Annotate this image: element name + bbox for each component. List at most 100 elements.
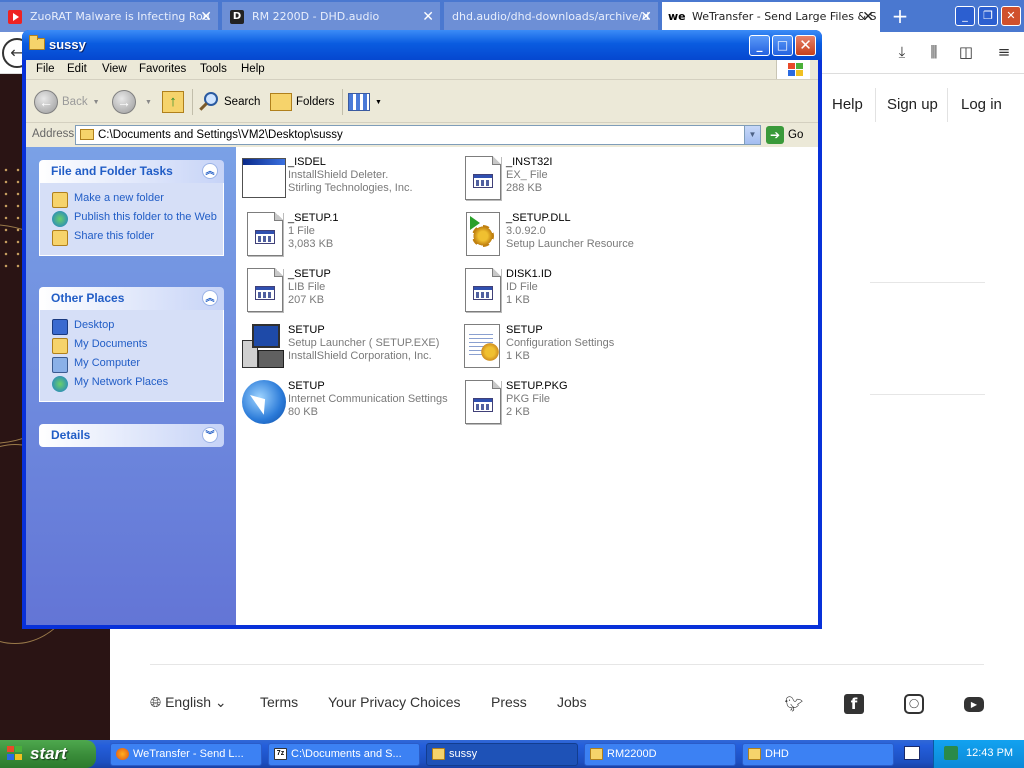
footer-link-privacy[interactable]: Your Privacy Choices (328, 694, 461, 710)
file-item-setup-ini[interactable]: SETUP Configuration Settings 1 KB (454, 322, 674, 374)
taskbar-item-dhd[interactable]: DHD (742, 743, 894, 766)
expand-chevron-icon[interactable]: ︾ (202, 427, 218, 443)
youtube-favicon-icon (8, 10, 22, 24)
back-button[interactable]: ← Back ▼ (34, 88, 100, 116)
panel-header[interactable]: Details ︾ (39, 424, 224, 447)
keyboard-icon[interactable] (904, 746, 920, 760)
twitter-icon[interactable]: 🐦︎ (784, 694, 804, 714)
share-folder-link[interactable]: Share this folder (52, 230, 223, 246)
collapse-chevron-icon[interactable]: ︽ (202, 163, 218, 179)
chevron-down-icon[interactable]: ▼ (145, 99, 152, 106)
new-tab-button[interactable]: + (886, 2, 914, 30)
file-item-inst32i[interactable]: _INST32I EX_ File 288 KB (454, 154, 674, 206)
start-button[interactable]: start (0, 740, 96, 768)
browser-close-button[interactable]: ✕ (1001, 6, 1021, 26)
minimize-button[interactable]: _ (749, 35, 770, 56)
language-selector[interactable]: 🌐︎ English ⌄ (150, 694, 227, 711)
menu-edit[interactable]: Edit (67, 63, 87, 75)
go-button[interactable]: ➔ Go (766, 126, 803, 144)
file-list: _ISDEL InstallShield Deleter. Stirling T… (236, 147, 818, 625)
menu-view[interactable]: View (102, 63, 127, 75)
chevron-down-icon[interactable]: ▼ (93, 99, 100, 106)
menu-icon[interactable]: ≡ (994, 43, 1014, 63)
file-name: SETUP (288, 324, 325, 336)
file-type: ID File (506, 281, 538, 293)
search-button[interactable]: Search (198, 88, 260, 116)
file-item-setup-1[interactable]: _SETUP.1 1 File 3,083 KB (236, 210, 456, 262)
file-item-setup-lib[interactable]: _SETUP LIB File 207 KB (236, 266, 456, 318)
menu-favorites[interactable]: Favorites (139, 63, 186, 75)
panel-header[interactable]: File and Folder Tasks ︽ (39, 160, 224, 183)
close-icon[interactable]: ✕ (422, 2, 434, 32)
instagram-icon[interactable]: ◯ (904, 694, 924, 714)
menu-file[interactable]: File (36, 63, 55, 75)
browser-tab-zuorat[interactable]: ZuoRAT Malware is Infecting Rou ✕ (0, 2, 218, 32)
close-icon[interactable]: ✕ (200, 2, 212, 32)
browser-tab-title: dhd.audio/dhd-downloads/archive/d (452, 10, 650, 23)
make-new-folder-link[interactable]: Make a new folder (52, 192, 223, 208)
file-item-disk1-id[interactable]: DISK1.ID ID File 1 KB (454, 266, 674, 318)
browser-tab-wetransfer[interactable]: we WeTransfer - Send Large Files & S ✕ (662, 2, 880, 32)
collapse-chevron-icon[interactable]: ︽ (202, 290, 218, 306)
link-label: Share this folder (74, 230, 155, 242)
maximize-button[interactable]: □ (772, 35, 793, 56)
windows-logo-icon (776, 60, 810, 79)
file-type: PKG File (506, 393, 551, 405)
youtube-icon[interactable]: ▶ (964, 697, 984, 712)
taskbar-item-7zip[interactable]: 7z C:\Documents and S... (268, 743, 420, 766)
close-icon[interactable]: ✕ (862, 2, 874, 32)
file-name: _SETUP.1 (288, 212, 339, 224)
footer-link-terms[interactable]: Terms (260, 694, 298, 710)
window-titlebar[interactable]: sussy _ □ ✕ (22, 30, 822, 60)
desktop-link[interactable]: Desktop (52, 319, 223, 335)
signup-link[interactable]: Sign up (887, 90, 938, 120)
globe-icon (52, 211, 68, 227)
my-network-places-link[interactable]: My Network Places (52, 376, 223, 392)
menu-tools[interactable]: Tools (200, 63, 227, 75)
folders-button[interactable]: Folders (270, 88, 334, 116)
browser-restore-button[interactable]: ❐ (978, 6, 998, 26)
back-label: Back (62, 96, 88, 108)
address-value: C:\Documents and Settings\VM2\Desktop\su… (98, 129, 343, 141)
document-icon (458, 154, 506, 202)
footer-link-jobs[interactable]: Jobs (557, 694, 587, 710)
file-item-isdel[interactable]: _ISDEL InstallShield Deleter. Stirling T… (236, 154, 456, 206)
my-documents-link[interactable]: My Documents (52, 338, 223, 354)
sidebar-icon[interactable]: ◫ (956, 43, 976, 63)
close-icon[interactable]: ✕ (640, 2, 652, 32)
facebook-icon[interactable]: f (844, 694, 864, 714)
browser-tab-archive[interactable]: dhd.audio/dhd-downloads/archive/d ✕ (444, 2, 658, 32)
other-places-panel: Other Places ︽ Desktop My Documents My C… (39, 287, 224, 402)
help-link[interactable]: Help (832, 90, 863, 120)
close-button[interactable]: ✕ (795, 35, 816, 56)
taskbar-item-wetransfer[interactable]: WeTransfer - Send L... (110, 743, 262, 766)
download-icon[interactable]: ⤓ (892, 43, 912, 63)
browser-tab-dhd[interactable]: D RM 2200D - DHD.audio ✕ (222, 2, 440, 32)
publish-folder-link[interactable]: Publish this folder to the Web (52, 211, 223, 227)
forward-button[interactable]: → ▼ (112, 88, 152, 116)
taskbar-item-rm2200d[interactable]: RM2200D (584, 743, 736, 766)
file-item-setup-dll[interactable]: _SETUP.DLL 3.0.92.0 Setup Launcher Resou… (454, 210, 674, 262)
login-link[interactable]: Log in (961, 90, 1002, 120)
clock[interactable]: 12:43 PM (966, 747, 1013, 759)
network-tray-icon[interactable] (944, 746, 958, 760)
menu-help[interactable]: Help (241, 63, 265, 75)
details-panel: Details ︾ (39, 424, 224, 447)
standard-toolbar: ← Back ▼ → ▼ ↑ Search Folders ▼ (26, 81, 818, 123)
address-input[interactable]: C:\Documents and Settings\VM2\Desktop\su… (75, 125, 761, 145)
taskbar-item-sussy[interactable]: sussy (426, 743, 578, 766)
views-button[interactable]: ▼ (348, 88, 382, 116)
file-item-setup-ins[interactable]: SETUP Internet Communication Settings 80… (236, 378, 456, 430)
footer-link-press[interactable]: Press (491, 694, 527, 710)
up-button[interactable]: ↑ (162, 88, 184, 116)
file-type: EX_ File (506, 169, 548, 181)
panel-header[interactable]: Other Places ︽ (39, 287, 224, 310)
my-computer-link[interactable]: My Computer (52, 357, 223, 373)
dll-gear-icon (458, 210, 506, 258)
folders-label: Folders (296, 96, 335, 108)
file-item-setup-exe[interactable]: SETUP Setup Launcher ( SETUP.EXE) Instal… (236, 322, 456, 374)
browser-minimize-button[interactable]: _ (955, 6, 975, 26)
library-icon[interactable]: ⫼ (924, 43, 944, 63)
file-item-setup-pkg[interactable]: SETUP.PKG PKG File 2 KB (454, 378, 674, 430)
chevron-down-icon[interactable]: ▼ (744, 126, 760, 144)
